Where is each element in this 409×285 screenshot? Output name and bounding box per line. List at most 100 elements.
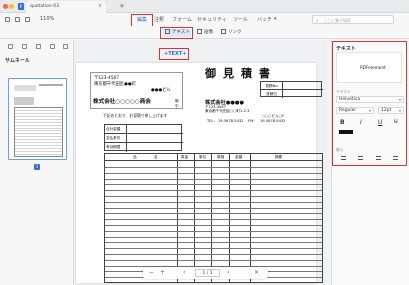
bold-button[interactable]: B bbox=[340, 119, 345, 126]
zoom-level[interactable]: 110% bbox=[40, 16, 54, 22]
align-center-icon[interactable] bbox=[358, 156, 363, 160]
font-section-label: テキスト bbox=[336, 89, 352, 94]
header-note: 摘要 bbox=[275, 155, 283, 159]
page-indicator[interactable]: 1 / 1 bbox=[195, 269, 220, 277]
align-right-icon[interactable] bbox=[376, 156, 381, 160]
issuer-address: 東京都千代田区○○町1-2-3 bbox=[205, 109, 250, 113]
header-amount: 金額 bbox=[235, 155, 243, 159]
title-bar: P quotation-03 × + bbox=[0, 0, 409, 13]
edit-toolbar: テキスト 画像 リンク bbox=[0, 26, 409, 39]
text-tool-highlight bbox=[160, 27, 193, 39]
zoom-in-button[interactable]: + bbox=[160, 269, 165, 276]
intro-text: 下記のとおり、お見積り申し上げます bbox=[103, 113, 168, 118]
page-number-badge: 1 bbox=[34, 164, 40, 170]
table-row bbox=[105, 167, 322, 168]
table-row bbox=[105, 242, 322, 244]
thumbnail-sidebar: サムネール 1 bbox=[0, 40, 74, 285]
image-tool-button[interactable]: 画像 bbox=[197, 29, 213, 37]
align-left-icon[interactable] bbox=[341, 156, 346, 160]
next-page-button[interactable]: › bbox=[227, 269, 229, 276]
chevron-down-icon: ▾ bbox=[398, 97, 401, 102]
font-weight-select[interactable]: Regular ▾ bbox=[336, 107, 374, 114]
main-toolbar: 110% 編集 注釈 フォーム セキュリティ ツール バッチ ▾ ⌕ ここに書き… bbox=[0, 13, 409, 26]
table-row bbox=[105, 172, 322, 174]
prev-page-button[interactable]: ‹ bbox=[183, 269, 185, 276]
issuer-tel: 19-5678-5432 bbox=[218, 119, 244, 123]
table-row bbox=[105, 184, 322, 186]
table-row bbox=[105, 190, 322, 192]
menu-icon[interactable] bbox=[5, 17, 10, 22]
expiry-label: 有効期限 bbox=[105, 143, 127, 152]
properties-title: テキスト bbox=[336, 46, 356, 52]
document-title: 御見積書 bbox=[205, 67, 277, 80]
table-row bbox=[105, 196, 322, 197]
page-thumbnail[interactable] bbox=[8, 78, 67, 160]
font-family-select[interactable]: Helvetica ▾ bbox=[336, 96, 404, 103]
more-style-button[interactable]: U̶ bbox=[394, 119, 398, 125]
print-icon[interactable] bbox=[25, 17, 30, 22]
menu-form[interactable]: フォーム bbox=[172, 16, 192, 23]
close-window-button[interactable] bbox=[3, 4, 8, 9]
link-tool-label: リンク bbox=[228, 30, 242, 35]
thumb-info bbox=[14, 97, 34, 105]
chevron-down-icon: ▾ bbox=[368, 108, 371, 113]
table-row bbox=[105, 201, 322, 203]
attachment-icon[interactable] bbox=[50, 44, 55, 49]
header-price: 単価 bbox=[217, 155, 225, 159]
document-tab[interactable]: quotation-03 × bbox=[26, 1, 106, 13]
issuer-fax-label: FM： bbox=[248, 119, 257, 123]
link-icon bbox=[221, 29, 226, 34]
thumbnails-icon[interactable] bbox=[8, 44, 13, 49]
align-justify-icon[interactable] bbox=[393, 156, 398, 160]
bookmark-icon[interactable] bbox=[22, 44, 27, 49]
close-icon[interactable]: × bbox=[254, 269, 259, 276]
font-size-select[interactable]: 12pt ▾ bbox=[378, 107, 404, 114]
font-preview-text: PDFelement bbox=[360, 66, 386, 71]
search-icon: ⌕ bbox=[316, 19, 319, 24]
underline-button[interactable]: U bbox=[378, 119, 382, 126]
quote-date-row: 見積日 bbox=[261, 90, 323, 98]
zoom-out-button[interactable]: − bbox=[149, 269, 154, 276]
menu-annotate[interactable]: 注釈 bbox=[154, 16, 164, 23]
save-icon[interactable] bbox=[15, 17, 20, 22]
quote-meta-box: 見積No 見積日 bbox=[260, 81, 323, 98]
quote-no-label: 見積No bbox=[261, 82, 283, 90]
table-row bbox=[105, 259, 322, 261]
sidebar-title: サムネール bbox=[5, 58, 30, 64]
table-row bbox=[105, 225, 322, 226]
comment-icon[interactable] bbox=[36, 44, 41, 49]
expiry-row: 有効期限 bbox=[105, 143, 183, 152]
issuer-tel-label: TEL： bbox=[207, 119, 218, 123]
table-row bbox=[105, 236, 322, 238]
close-tab-icon[interactable]: × bbox=[98, 3, 102, 9]
minimize-window-button[interactable] bbox=[9, 4, 14, 9]
align-label: 揃え bbox=[336, 147, 344, 152]
italic-button[interactable]: I bbox=[360, 119, 362, 126]
total-row: 合計金額 bbox=[105, 125, 183, 134]
table-row bbox=[105, 213, 322, 215]
recipient-building: ●●●ビル bbox=[151, 88, 171, 93]
font-preview: PDFelement bbox=[336, 52, 402, 83]
menu-tools[interactable]: ツール bbox=[233, 16, 248, 23]
image-icon bbox=[197, 29, 202, 34]
app-icon: P bbox=[18, 3, 24, 10]
document-tab-label: quotation-03 bbox=[30, 4, 59, 9]
search-placeholder: ここに書き検索 bbox=[323, 17, 351, 23]
header-qty: 数量 bbox=[181, 155, 189, 159]
table-row bbox=[105, 254, 322, 255]
items-table-header: 品 名 数量 単位 単価 金額 摘要 bbox=[105, 154, 322, 161]
menu-security[interactable]: セキュリティ bbox=[197, 16, 227, 23]
search-input[interactable]: ⌕ ここに書き検索 bbox=[312, 15, 394, 24]
table-row bbox=[105, 230, 322, 232]
thumb-table bbox=[14, 107, 63, 157]
chevron-down-icon[interactable]: ▾ bbox=[274, 16, 277, 22]
quote-date-label: 見積日 bbox=[261, 90, 283, 98]
chevron-down-icon: ▾ bbox=[398, 108, 401, 113]
new-tab-button[interactable]: + bbox=[119, 2, 125, 10]
image-tool-label: 画像 bbox=[204, 30, 213, 35]
text-color-swatch[interactable] bbox=[339, 130, 353, 134]
search-panel-icon[interactable] bbox=[63, 44, 68, 49]
menu-batch[interactable]: バッチ bbox=[257, 16, 272, 23]
link-tool-button[interactable]: リンク bbox=[221, 29, 242, 37]
quote-no-row: 見積No bbox=[261, 82, 323, 90]
